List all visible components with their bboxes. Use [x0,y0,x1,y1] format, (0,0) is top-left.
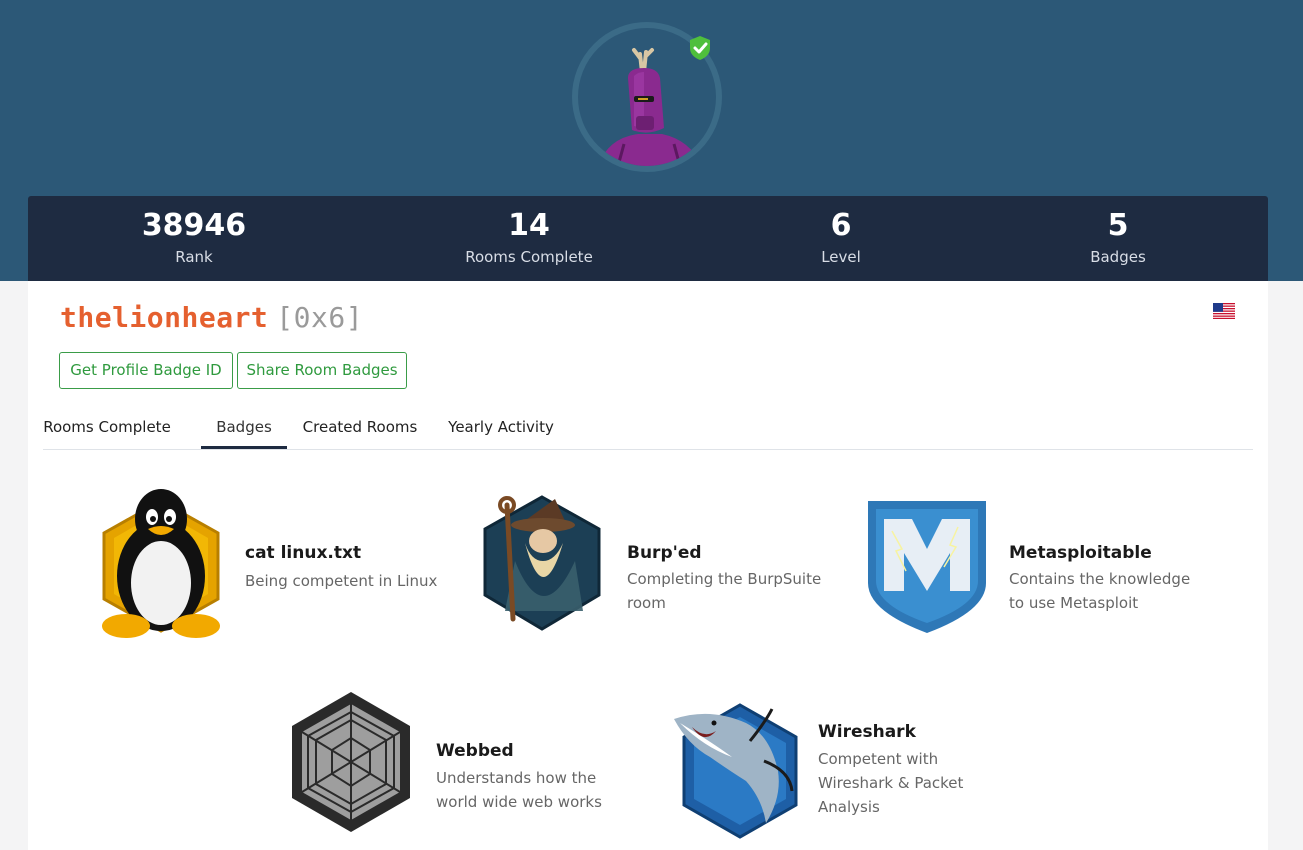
verified-shield-icon [690,36,710,60]
badge-card[interactable]: Burp'ed Completing the BurpSuite room [479,491,839,641]
badge-description-line: Analysis [818,798,880,816]
stat-label: Rank [175,248,213,266]
stat-value: 38946 [141,208,247,243]
badge-title: Metasploitable [1009,543,1152,563]
badge-title: Webbed [436,741,514,761]
stat-value: 14 [508,208,550,243]
badge-description: Being competent in Linux [245,569,437,593]
stats-bar: 38946 Rank 14 Rooms Complete 6 Level 5 B… [28,196,1268,281]
penguin-badge-icon [102,489,220,638]
profile-header: 38946 Rank 14 Rooms Complete 6 Level 5 B… [0,0,1303,281]
badge-title: cat linux.txt [245,543,362,563]
badge-description-line: to use Metasploit [1009,594,1139,612]
profile-card: thelionheart [0x6] Get Profile Badge ID S… [28,281,1268,850]
share-room-badges-button[interactable]: Share Room Badges [237,352,407,389]
tab-rooms-complete[interactable]: Rooms Complete [43,409,171,447]
badge-card[interactable]: Webbed Understands how the world wide we… [286,686,646,846]
stat-label: Level [821,248,861,266]
stat-rooms-complete: 14 Rooms Complete [409,208,649,266]
tab-badges[interactable]: Badges [201,409,287,449]
badge-description-line: Competent with [818,750,939,768]
get-profile-badge-button[interactable]: Get Profile Badge ID [59,352,233,389]
stat-level: 6 Level [721,208,961,266]
badge-description-line: Being competent in Linux [245,572,438,590]
badge-description: Understands how the world wide web works [436,766,602,814]
profile-tabs: Rooms Complete Badges Created Rooms Year… [43,409,1253,450]
badge-title: Wireshark [818,722,916,742]
stat-rank: 38946 Rank [74,208,314,266]
badge-card[interactable]: cat linux.txt Being competent in Linux [96,481,456,651]
badge-description: Completing the BurpSuite room [627,567,821,615]
tab-created-rooms[interactable]: Created Rooms [301,409,419,447]
badge-description: Contains the knowledge to use Metasploit [1009,567,1190,615]
spiderweb-badge-icon [292,692,410,832]
stat-value: 5 [1107,208,1129,243]
username-heading: thelionheart [0x6] [60,301,363,334]
badge-description-line: Completing the BurpSuite [627,570,822,588]
shark-badge-icon [674,703,798,839]
user-level-code: [0x6] [276,301,364,334]
stat-badges: 5 Badges [998,208,1238,266]
badge-description-line: room [627,594,666,612]
badge-description: Competent with Wireshark & Packet Analys… [818,747,963,819]
metasploit-badge-icon [868,501,986,633]
badge-card[interactable]: Wireshark Competent with Wireshark & Pac… [670,701,1030,850]
badge-card[interactable]: Metasploitable Contains the knowledge to… [862,491,1222,641]
badge-description-line: Understands how the [436,769,597,787]
username: thelionheart [60,301,269,334]
wizard-badge-icon [483,495,601,631]
stat-value: 6 [830,208,852,243]
stat-label: Rooms Complete [465,248,593,266]
badge-title: Burp'ed [627,543,702,563]
us-flag-icon [1213,303,1235,319]
stat-label: Badges [1090,248,1146,266]
badge-description-line: Contains the knowledge [1009,570,1191,588]
tab-yearly-activity[interactable]: Yearly Activity [445,409,557,447]
badge-description-line: Wireshark & Packet [818,774,964,792]
badge-description-line: world wide web works [436,793,602,811]
